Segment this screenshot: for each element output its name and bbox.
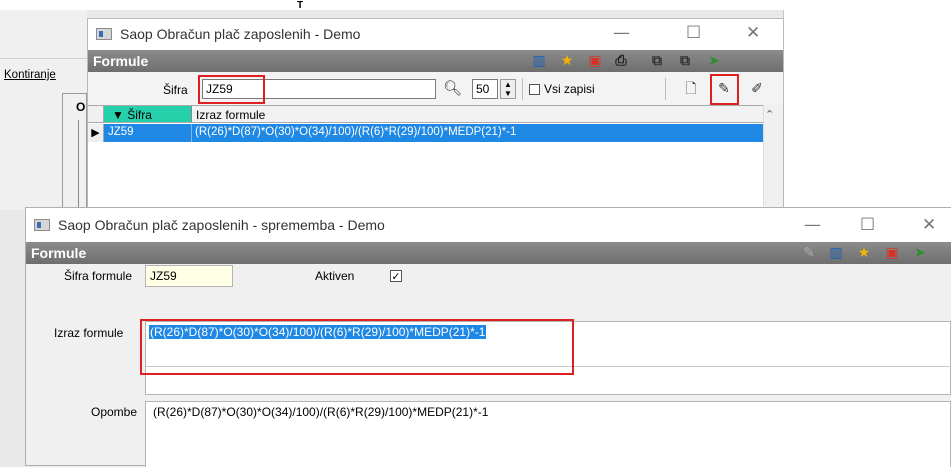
title-bar: Saop Obračun plač zaposlenih - sprememba…: [26, 208, 951, 242]
maximize-button[interactable]: ☐: [860, 215, 875, 235]
show-all-checkbox[interactable]: [529, 84, 540, 95]
cell-sifra: JZ59: [104, 124, 192, 142]
app-icon: [96, 28, 112, 40]
search-icon[interactable]: 🔍︎: [443, 79, 462, 97]
table-row[interactable]: JZ59 (R(26)*D(87)*O(30)*O(34)/100)/(R(6)…: [104, 124, 763, 142]
new-icon[interactable]: 🗋: [682, 80, 700, 98]
window-title: Saop Obračun plač zaposlenih - Demo: [120, 26, 361, 42]
divider: [665, 78, 666, 100]
delete-icon[interactable]: ▣: [883, 244, 901, 262]
exit-icon[interactable]: ➤: [911, 244, 929, 262]
highlight-box-edit: [710, 74, 739, 105]
background-header: [0, 0, 951, 10]
star-icon[interactable]: ★: [558, 52, 576, 70]
sifra-formule-label: Šifra formule: [64, 269, 133, 283]
divider: [522, 78, 523, 100]
background-group-border: [78, 120, 87, 210]
column-header-izraz[interactable]: Izraz formule: [192, 106, 763, 123]
close-button[interactable]: ✕: [922, 215, 936, 235]
edit-icon[interactable]: ✎: [800, 244, 818, 262]
columns-icon[interactable]: ▥: [530, 52, 548, 70]
opombe-textarea[interactable]: (R(26)*D(87)*O(30)*O(34)/100)/(R(6)*R(29…: [145, 401, 951, 467]
sifra-label: Šifra: [163, 83, 188, 97]
maximize-button[interactable]: ☐: [686, 23, 701, 43]
close-button[interactable]: ✕: [746, 23, 760, 43]
section-header: Formule ✎ ▥ ★ ▣ ➤: [26, 242, 951, 264]
title-bar: Saop Obračun plač zaposlenih - Demo — ☐ …: [88, 19, 783, 50]
scroll-up-icon[interactable]: ⌃: [765, 108, 774, 121]
background-panel-right: [783, 10, 951, 208]
tab-kontiranje[interactable]: Kontiranje: [4, 69, 56, 81]
formule-grid: ▼ Šifra Izraz formule ▶ JZ59 (R(26)*D(87…: [88, 105, 763, 211]
opombe-value: (R(26)*D(87)*O(30)*O(34)/100)/(R(6)*R(29…: [153, 405, 489, 419]
background-mark: T: [297, 0, 304, 11]
app-icon: [34, 219, 50, 231]
delete-icon[interactable]: ▣: [586, 52, 604, 70]
count-stepper[interactable]: ▲ ▼: [500, 79, 516, 99]
record-count-input[interactable]: 50: [472, 79, 498, 99]
izraz-formule-label: Izraz formule: [54, 326, 124, 340]
aktiven-checkbox[interactable]: ✓: [390, 270, 402, 282]
grid-corner: [88, 106, 104, 123]
star-icon[interactable]: ★: [855, 244, 873, 262]
highlight-box-search: [198, 75, 265, 104]
window-title: Saop Obračun plač zaposlenih - sprememba…: [58, 217, 385, 233]
sifra-formule-input[interactable]: JZ59: [145, 265, 233, 287]
edit-multi-icon[interactable]: ✐: [748, 80, 766, 98]
formule-edit-window: Saop Obračun plač zaposlenih - sprememba…: [25, 207, 951, 467]
show-all-label: Vsi zapisi: [544, 82, 595, 96]
section-header: Formule ▥ ★ ▣ ⎙ ⧉ ⧉ ➤: [88, 50, 783, 72]
opombe-label: Opombe: [91, 405, 138, 419]
search-toolbar: Šifra JZ59 🔍︎ 50 ▲ ▼ Vsi zapisi 🗋 ✎ ✐: [88, 72, 783, 105]
print-icon[interactable]: ⎙: [612, 52, 630, 70]
aktiven-label: Aktiven: [315, 269, 355, 283]
minimize-button[interactable]: —: [804, 215, 821, 235]
copy-icon[interactable]: ⧉: [648, 52, 666, 70]
row-indicator-icon: ▶: [88, 124, 104, 142]
divider: [0, 58, 87, 59]
minimize-button[interactable]: —: [613, 23, 630, 43]
background-group-label: O: [76, 100, 86, 114]
paste-icon[interactable]: ⧉: [676, 52, 694, 70]
highlight-box-formula: [140, 319, 574, 375]
column-header-sifra[interactable]: ▼ Šifra: [104, 106, 192, 123]
section-title: Formule: [93, 53, 149, 69]
section-title: Formule: [31, 245, 87, 261]
formule-list-window: Saop Obračun plač zaposlenih - Demo — ☐ …: [87, 18, 784, 211]
columns-icon[interactable]: ▥: [827, 244, 845, 262]
cell-izraz: (R(26)*D(87)*O(30)*O(34)/100)/(R(6)*R(29…: [195, 126, 517, 138]
exit-icon[interactable]: ➤: [705, 52, 723, 70]
